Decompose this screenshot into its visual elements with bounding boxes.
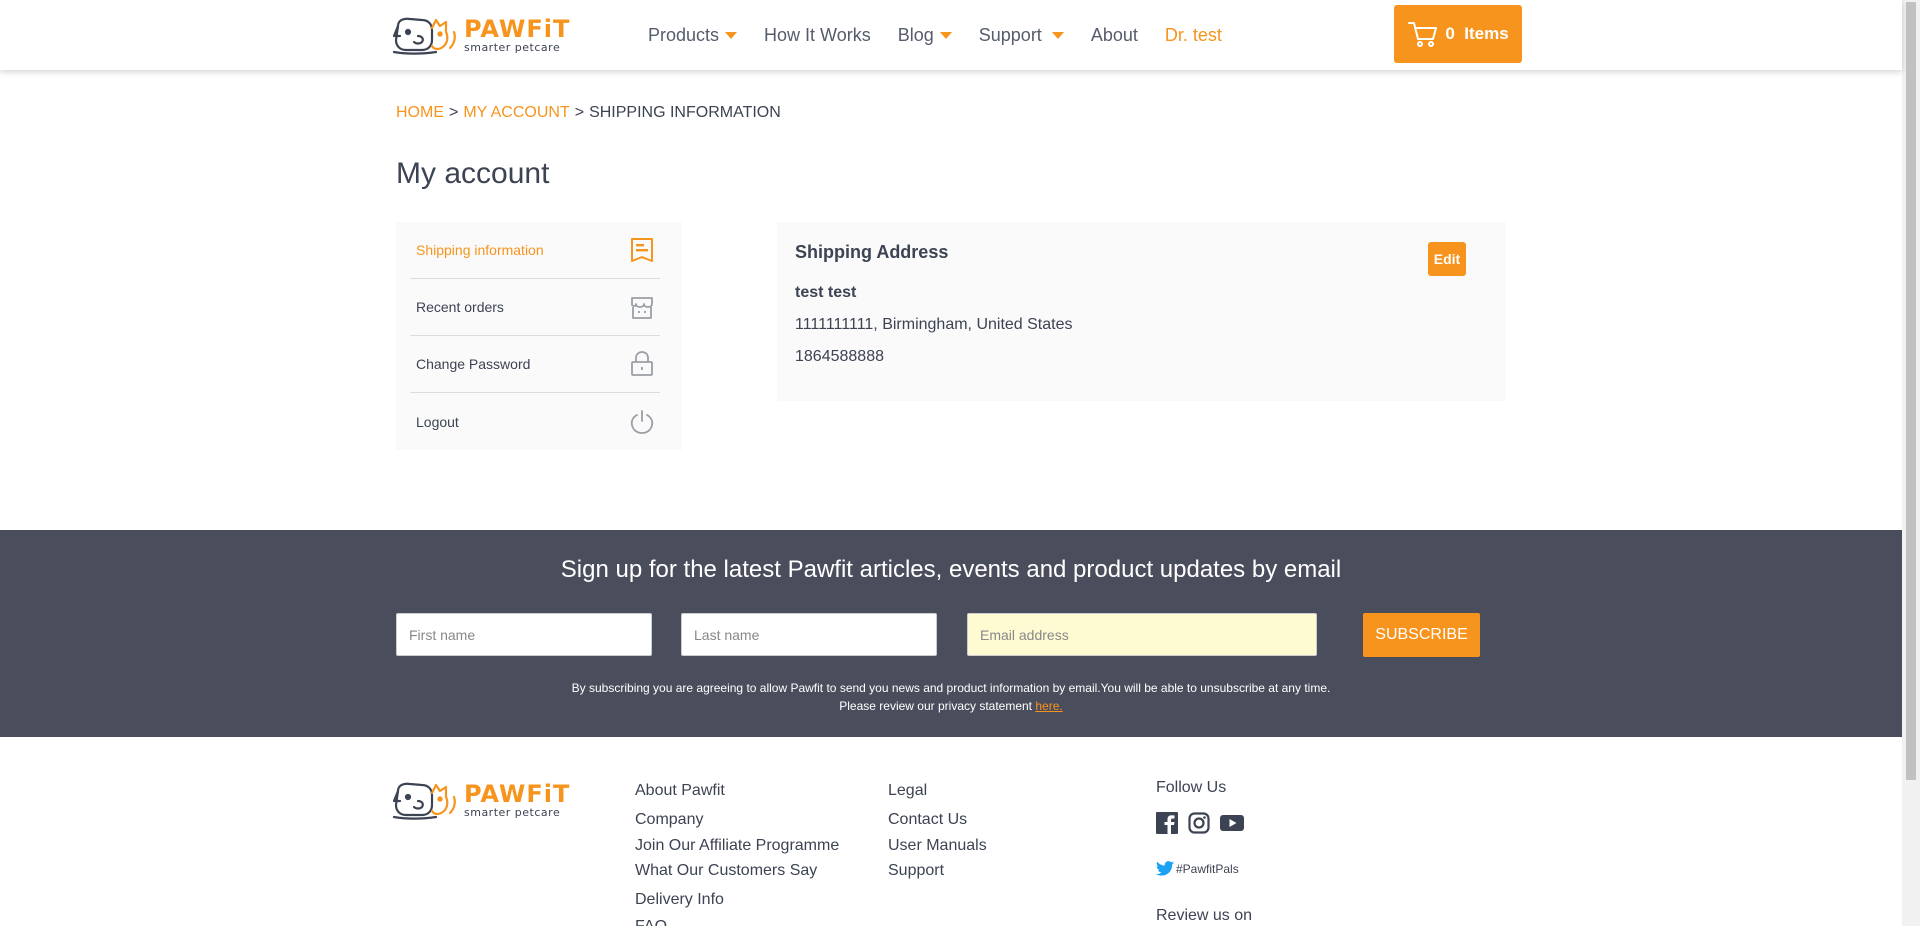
footer-link-manuals[interactable]: User Manuals [888, 837, 987, 855]
last-name-input[interactable] [681, 613, 937, 656]
footer-link-support[interactable]: Support [888, 862, 944, 880]
brand-tagline: smarter petcare [464, 41, 561, 54]
nav-products-label: Products [648, 24, 720, 45]
breadcrumb-my-account[interactable]: MY ACCOUNT [463, 104, 569, 121]
brand-name: PAWFiT [464, 780, 571, 808]
nav-how-it-works[interactable]: How It Works [764, 25, 871, 46]
disclaimer-line-2: Please review our privacy statement here… [0, 697, 1902, 715]
store-icon [631, 297, 653, 319]
sidebar-item-recent-orders[interactable]: Recent orders [410, 279, 660, 336]
shipping-phone: 1864588888 [795, 348, 884, 365]
youtube-icon[interactable] [1220, 812, 1244, 834]
newsletter-title: Sign up for the latest Pawfit articles, … [560, 556, 1342, 583]
hashtag-label: #PawfitPals [1176, 861, 1239, 876]
sidebar-item-label: Recent orders [416, 299, 504, 315]
footer-link-company[interactable]: Company [635, 811, 703, 829]
nav-about[interactable]: About [1091, 25, 1138, 46]
breadcrumb: HOME > MY ACCOUNT > SHIPPING INFORMATION [396, 104, 781, 122]
cart-button[interactable]: 0 Items [1394, 5, 1522, 63]
shipping-name: test test [795, 284, 857, 301]
brand-wordmark: PAWFiT smarter petcare [464, 782, 570, 818]
breadcrumb-separator: > [574, 104, 585, 121]
newsletter-disclaimer: By subscribing you are agreeing to allow… [0, 679, 1902, 715]
shipping-address-line: 1111111111, Birmingham, United States [795, 316, 1073, 333]
instagram-icon[interactable] [1188, 812, 1210, 834]
pawfit-logo-icon [392, 782, 456, 820]
nav-user-label: Dr. test [1164, 24, 1222, 45]
disclaimer-line-1: By subscribing you are agreeing to allow… [571, 681, 1331, 695]
hashtag-link[interactable]: #PawfitPals [1156, 861, 1239, 876]
disclaimer-text: Please review our privacy statement [839, 699, 1033, 713]
nav-blog-label: Blog [897, 24, 934, 45]
first-name-input[interactable] [396, 613, 652, 656]
shipping-address-title: Shipping Address [795, 242, 949, 262]
cart-label: 0 Items [1445, 24, 1509, 43]
nav-blog[interactable]: Blog [898, 25, 952, 46]
breadcrumb-current: SHIPPING INFORMATION [589, 104, 781, 121]
footer-link-affiliate[interactable]: Join Our Affiliate Programme [635, 837, 839, 855]
page-title: My account [396, 157, 550, 190]
footer-link-delivery[interactable]: Delivery Info [635, 891, 724, 909]
brand-tagline: smarter petcare [464, 806, 561, 819]
sidebar-item-logout[interactable]: Logout [410, 393, 660, 450]
footer-link-customers[interactable]: What Our Customers Say [635, 862, 817, 880]
sidebar-item-change-password[interactable]: Change Password [410, 336, 660, 393]
sidebar-item-shipping-information[interactable]: Shipping information [410, 222, 660, 279]
breadcrumb-home[interactable]: HOME [396, 104, 444, 121]
breadcrumb-separator: > [449, 104, 459, 121]
account-sidebar: Shipping information Recent orders Chang… [396, 222, 682, 450]
power-icon [630, 409, 654, 434]
site-footer: PAWFiT smarter petcare About Pawfit Comp… [0, 737, 1902, 926]
sidebar-item-label: Change Password [416, 356, 531, 372]
cart-icon [1408, 22, 1438, 47]
footer-link-contact[interactable]: Contact Us [888, 811, 967, 829]
footer-pawfit-logo[interactable]: PAWFiT smarter petcare [392, 779, 570, 821]
review-us-title: Review us on [1156, 907, 1253, 924]
site-header: PAWFiT smarter petcare Products How It W… [0, 0, 1902, 70]
nav-about-label: About [1090, 24, 1138, 45]
email-input[interactable] [967, 613, 1317, 656]
subscribe-button[interactable]: SUBSCRIBE [1363, 613, 1480, 657]
nav-user-account[interactable]: Dr. test [1165, 25, 1222, 46]
privacy-statement-link[interactable]: here. [1035, 699, 1062, 713]
nav-products[interactable]: Products [648, 24, 738, 46]
nav-how-it-works-label: How It Works [764, 24, 871, 45]
sidebar-item-label: Logout [416, 413, 459, 430]
caret-down-icon [939, 31, 952, 39]
sidebar-item-label: Shipping information [416, 242, 544, 258]
nav-support[interactable]: Support [979, 25, 1064, 46]
scrollbar-thumb[interactable] [1906, 2, 1916, 780]
lock-icon [631, 351, 653, 376]
caret-down-icon [725, 31, 738, 39]
footer-link-faq[interactable]: FAQ [635, 918, 667, 926]
footer-link-legal[interactable]: Legal [888, 782, 927, 800]
newsletter-section: Sign up for the latest Pawfit articles, … [0, 530, 1902, 737]
twitter-icon [1156, 861, 1174, 876]
pawfit-logo-icon [392, 17, 456, 55]
facebook-icon[interactable] [1156, 812, 1178, 834]
brand-name: PAWFiT [464, 15, 571, 43]
follow-us-title: Follow Us [1156, 779, 1227, 796]
footer-link-about-pawfit[interactable]: About Pawfit [635, 782, 725, 800]
caret-down-icon [1051, 31, 1064, 39]
pawfit-logo[interactable]: PAWFiT smarter petcare [392, 14, 570, 56]
brand-wordmark: PAWFiT smarter petcare [464, 17, 570, 53]
main-nav: Products How It Works Blog Support About… [648, 0, 1222, 70]
shipping-doc-icon [631, 238, 653, 262]
page-scrollbar[interactable] [1902, 0, 1920, 926]
nav-support-label: Support [978, 24, 1042, 45]
shipping-address-card: Shipping Address Edit test test 11111111… [777, 222, 1506, 401]
edit-button[interactable]: Edit [1428, 242, 1466, 276]
